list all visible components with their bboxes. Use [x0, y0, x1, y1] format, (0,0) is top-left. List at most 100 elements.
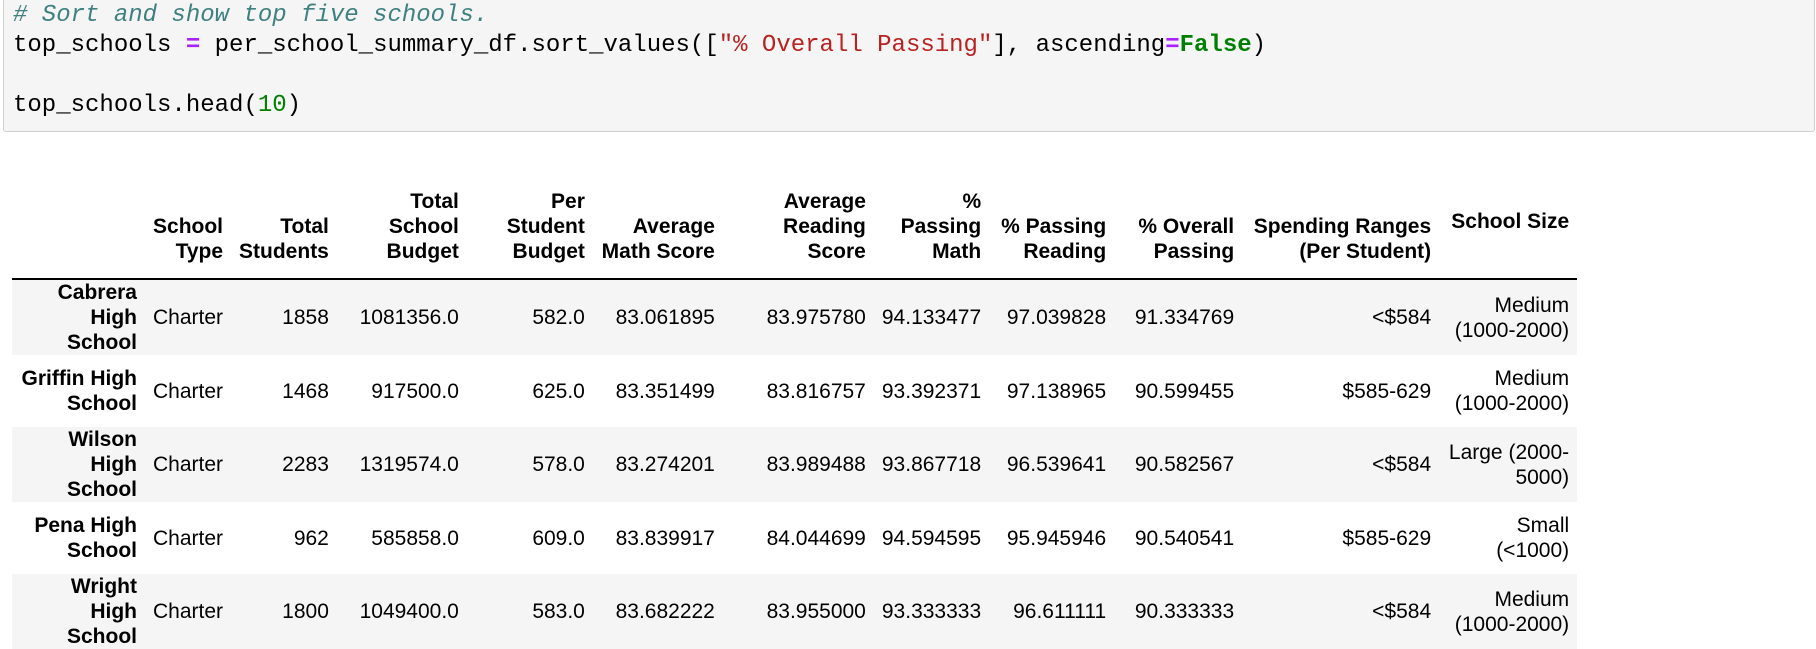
size-line: (1000-2000) — [1454, 392, 1570, 415]
cell-school-size: Small (<1000) — [1439, 502, 1577, 574]
header-line: Type — [175, 240, 224, 263]
code-false-keyword: False — [1179, 32, 1252, 59]
header-line: (Per Student) — [1299, 240, 1432, 263]
cell-school-type: Charter — [153, 306, 224, 329]
code-variable: top_schools — [13, 32, 186, 59]
index-line: Wilson High — [68, 428, 137, 476]
header-line: Per Student — [506, 190, 585, 238]
cell-average-math-score: 83.274201 — [615, 453, 715, 476]
index-line: Griffin High — [21, 367, 137, 390]
column-header-school-size: School Size — [1439, 165, 1578, 280]
cell-passing-math: 94.594595 — [881, 526, 982, 550]
cell-per-student-budget: 609.0 — [532, 526, 585, 550]
index-line: High School — [66, 306, 137, 354]
cell-per-student-budget: 583.0 — [532, 600, 585, 623]
column-header-per-student-budget: Per Student Budget — [466, 165, 593, 280]
table-header-row: School Type Total Students Total School Bud… — [12, 165, 1578, 280]
cell-school-size: Medium (1000-2000) — [1439, 279, 1577, 355]
cell-school-type: Charter — [153, 600, 224, 623]
index-line: School — [66, 539, 137, 562]
dataframe-output-table: School Type Total Students Total School Bud… — [12, 165, 1578, 649]
table-row: Pena High School Charter 962 585858.0 609… — [12, 502, 1577, 574]
column-header-average-math-score: Average Math Score — [592, 165, 723, 280]
code-head-number: 10 — [257, 92, 287, 119]
row-index-label: Pena High School — [12, 502, 145, 574]
cell-overall-passing: 91.334769 — [1134, 306, 1235, 329]
size-line: Large (2000- — [1448, 440, 1570, 464]
cell-passing-math: 93.392371 — [881, 379, 982, 403]
index-line: Wright High — [70, 575, 137, 623]
index-line: Pena High — [34, 514, 137, 537]
cell-total-students: 1858 — [282, 306, 329, 329]
code-comment: # Sort and show top five schools. — [13, 2, 489, 29]
cell-total-students: 1800 — [282, 600, 329, 623]
cell-spending-range: $585-629 — [1342, 379, 1432, 403]
header-line: Reading — [1023, 240, 1107, 263]
cell-average-math-score: 83.351499 — [615, 379, 715, 403]
header-line: Math — [932, 240, 982, 263]
table-row: Wright High School Charter 1800 1049400.0… — [12, 574, 1578, 649]
index-header — [12, 165, 145, 280]
column-header-spending-ranges: Spending Ranges (Per Student) — [1242, 165, 1440, 280]
header-line: Students — [239, 240, 329, 263]
cell-total-school-budget: 1081356.0 — [359, 306, 459, 329]
table-row: Griffin High School Charter 1468 917500.0… — [12, 355, 1577, 427]
size-line: 5000) — [1515, 465, 1570, 489]
header-line: School — [153, 215, 224, 238]
size-line: (<1000) — [1496, 539, 1570, 562]
code-assign-operator: = — [185, 32, 201, 59]
cell-total-school-budget: 1049400.0 — [359, 600, 459, 623]
size-line: Medium — [1494, 293, 1570, 317]
cell-overall-passing: 90.333333 — [1134, 600, 1235, 623]
code-head-close: ) — [286, 92, 302, 119]
row-index-label: Griffin High School — [12, 355, 145, 427]
header-line: % Passing — [1001, 215, 1107, 238]
header-line: Average — [783, 190, 866, 213]
code-head-call: top_schools.head( — [13, 92, 258, 119]
code-close-paren: ) — [1251, 32, 1267, 59]
size-line: (1000-2000) — [1454, 318, 1570, 342]
cell-school-size: Medium (1000-2000) — [1439, 355, 1577, 427]
column-header-average-reading-score: Average Reading Score — [722, 165, 874, 280]
header-line: Reading Score — [783, 215, 866, 263]
cell-school-type: Charter — [153, 526, 224, 550]
table-row: Cabrera High School Charter 1858 1081356.… — [12, 279, 1578, 355]
cell-per-student-budget: 578.0 — [532, 453, 585, 476]
size-line: Medium — [1494, 367, 1570, 390]
cell-passing-reading: 97.138965 — [1006, 379, 1107, 403]
code-comment-line: # Sort and show top five schools. — [13, 1, 488, 31]
cell-school-size: Large (2000- 5000) — [1439, 427, 1577, 502]
header-line: Passing — [1153, 240, 1235, 263]
cell-spending-range: <$584 — [1372, 600, 1432, 623]
header-line: Total — [280, 215, 329, 238]
cell-average-reading-score: 83.989488 — [766, 453, 866, 476]
header-line: Budget — [386, 240, 459, 263]
header-line: Math Score — [601, 240, 715, 263]
code-head-line: top_schools.head(10) — [13, 91, 301, 121]
cell-total-school-budget: 585858.0 — [371, 526, 459, 550]
row-index-label: Cabrera High School — [12, 279, 145, 355]
column-header-overall-passing: % Overall Passing — [1114, 165, 1243, 280]
cell-spending-range: <$584 — [1372, 306, 1432, 329]
cell-overall-passing: 90.540541 — [1134, 526, 1235, 550]
size-line: (1000-2000) — [1454, 612, 1570, 636]
cell-average-reading-score: 83.955000 — [766, 600, 866, 623]
header-line: Budget — [512, 240, 585, 263]
cell-total-students: 2283 — [282, 453, 329, 476]
header-line: School Size — [1451, 210, 1570, 233]
cell-overall-passing: 90.599455 — [1134, 379, 1235, 403]
cell-school-size: Medium (1000-2000) — [1439, 574, 1577, 649]
code-cell-input[interactable]: # Sort and show top five schools. top_sc… — [3, 0, 1815, 132]
cell-average-math-score: 83.061895 — [615, 306, 715, 329]
cell-passing-math: 93.333333 — [881, 600, 982, 623]
header-line: % Overall — [1138, 215, 1235, 238]
row-index-label: Wilson High School — [12, 427, 145, 502]
cell-spending-range: $585-629 — [1342, 526, 1432, 550]
code-sort-line: top_schools = per_school_summary_df.sort… — [13, 31, 1266, 61]
code-sort-call: per_school_summary_df.sort_values([ — [200, 32, 719, 59]
cell-spending-range: <$584 — [1372, 453, 1432, 476]
cell-passing-math: 93.867718 — [881, 453, 982, 476]
cell-passing-reading: 95.945946 — [1006, 526, 1107, 550]
header-line: Passing — [900, 215, 982, 238]
cell-total-students: 1468 — [282, 379, 329, 403]
